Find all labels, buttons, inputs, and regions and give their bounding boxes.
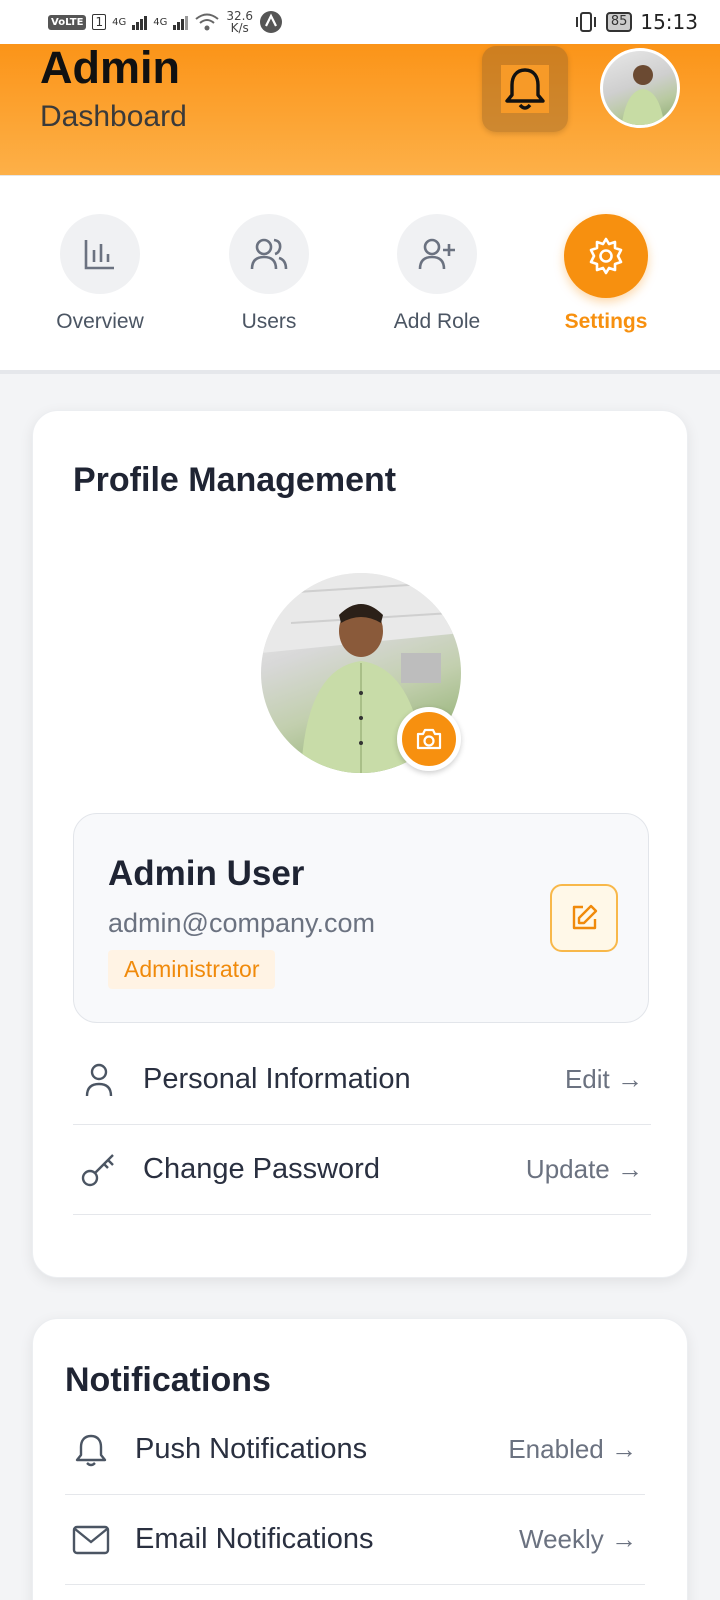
- sim-icon: 1: [92, 14, 107, 30]
- camera-icon: [416, 728, 442, 750]
- key-icon: [81, 1153, 114, 1186]
- header-avatar[interactable]: [600, 48, 680, 128]
- change-photo-button[interactable]: [397, 707, 461, 771]
- tab-label: Users: [241, 310, 297, 333]
- users-icon: [250, 238, 288, 270]
- volte-badge: VoLTE: [48, 14, 87, 30]
- user-info-box: Admin User admin@company.com Administrat…: [73, 813, 649, 1023]
- bell-icon: [75, 1434, 107, 1466]
- network-type-1: 4G: [112, 16, 127, 28]
- edit-link[interactable]: Edit →: [565, 1064, 643, 1095]
- row-label: Change Password: [143, 1153, 380, 1185]
- header-subtitle: Dashboard: [40, 100, 187, 133]
- section-title: Profile Management: [73, 461, 397, 499]
- tab-users-circle: [229, 214, 309, 294]
- wifi-icon: [195, 13, 219, 31]
- row-label: Push Notifications: [135, 1433, 368, 1465]
- tab-label: Settings: [564, 310, 648, 333]
- email-notifications-row[interactable]: Email Notifications Weekly →: [65, 1495, 645, 1585]
- avatar-photo: [621, 65, 665, 125]
- profile-management-card: Profile Management Admin User admin@comp…: [32, 410, 688, 1278]
- tab-users[interactable]: Users: [199, 214, 339, 334]
- tab-label: Add Role: [393, 310, 481, 333]
- signal-icon-2: [173, 14, 189, 30]
- change-password-row[interactable]: Change Password Update →: [73, 1125, 651, 1215]
- tab-add-role-circle: [397, 214, 477, 294]
- app-notification-icon: [260, 11, 283, 33]
- push-status-link[interactable]: Enabled →: [508, 1434, 637, 1465]
- app-header: Admin Dashboard: [0, 44, 720, 176]
- personal-information-row[interactable]: Personal Information Edit →: [73, 1035, 651, 1125]
- tab-label: Overview: [56, 310, 144, 333]
- tab-add-role[interactable]: Add Role: [367, 214, 507, 334]
- signal-icon: [132, 14, 148, 30]
- section-title: Notifications: [65, 1361, 271, 1399]
- edit-icon: [572, 904, 598, 930]
- user-plus-icon: [418, 238, 455, 270]
- bar-chart-icon: [84, 240, 114, 270]
- tab-overview-circle: [60, 214, 140, 294]
- battery-icon: 85: [605, 12, 633, 32]
- notifications-button[interactable]: [482, 46, 568, 132]
- email-frequency-link[interactable]: Weekly →: [519, 1524, 637, 1555]
- row-label: Email Notifications: [135, 1523, 374, 1555]
- update-link[interactable]: Update →: [526, 1154, 643, 1185]
- tab-bar: Overview Users Add Role Settings: [0, 176, 720, 374]
- notifications-card: Notifications Push Notifications Enabled…: [32, 1318, 688, 1600]
- tab-settings-circle: [564, 214, 648, 298]
- header-title: Admin: [40, 42, 180, 93]
- network-type-2: 4G: [153, 16, 168, 28]
- role-badge: Administrator: [108, 950, 276, 989]
- gear-icon: [589, 237, 623, 275]
- push-notifications-row[interactable]: Push Notifications Enabled →: [65, 1405, 645, 1495]
- user-icon: [85, 1063, 113, 1096]
- tab-overview[interactable]: Overview: [30, 214, 170, 334]
- clock: 15:13: [640, 10, 698, 34]
- user-email: admin@company.com: [108, 908, 376, 938]
- bell-icon: [505, 68, 545, 110]
- mail-icon: [72, 1525, 110, 1554]
- vibrate-icon: [575, 12, 596, 32]
- net-speed: 32.6 K/s: [226, 9, 254, 35]
- status-bar: VoLTE 1 4G 4G 32.6 K/s 85 15:13: [0, 0, 720, 44]
- row-label: Personal Information: [143, 1063, 411, 1095]
- user-name: Admin User: [108, 854, 305, 893]
- edit-profile-button[interactable]: [550, 884, 618, 952]
- tab-settings[interactable]: Settings: [536, 214, 676, 334]
